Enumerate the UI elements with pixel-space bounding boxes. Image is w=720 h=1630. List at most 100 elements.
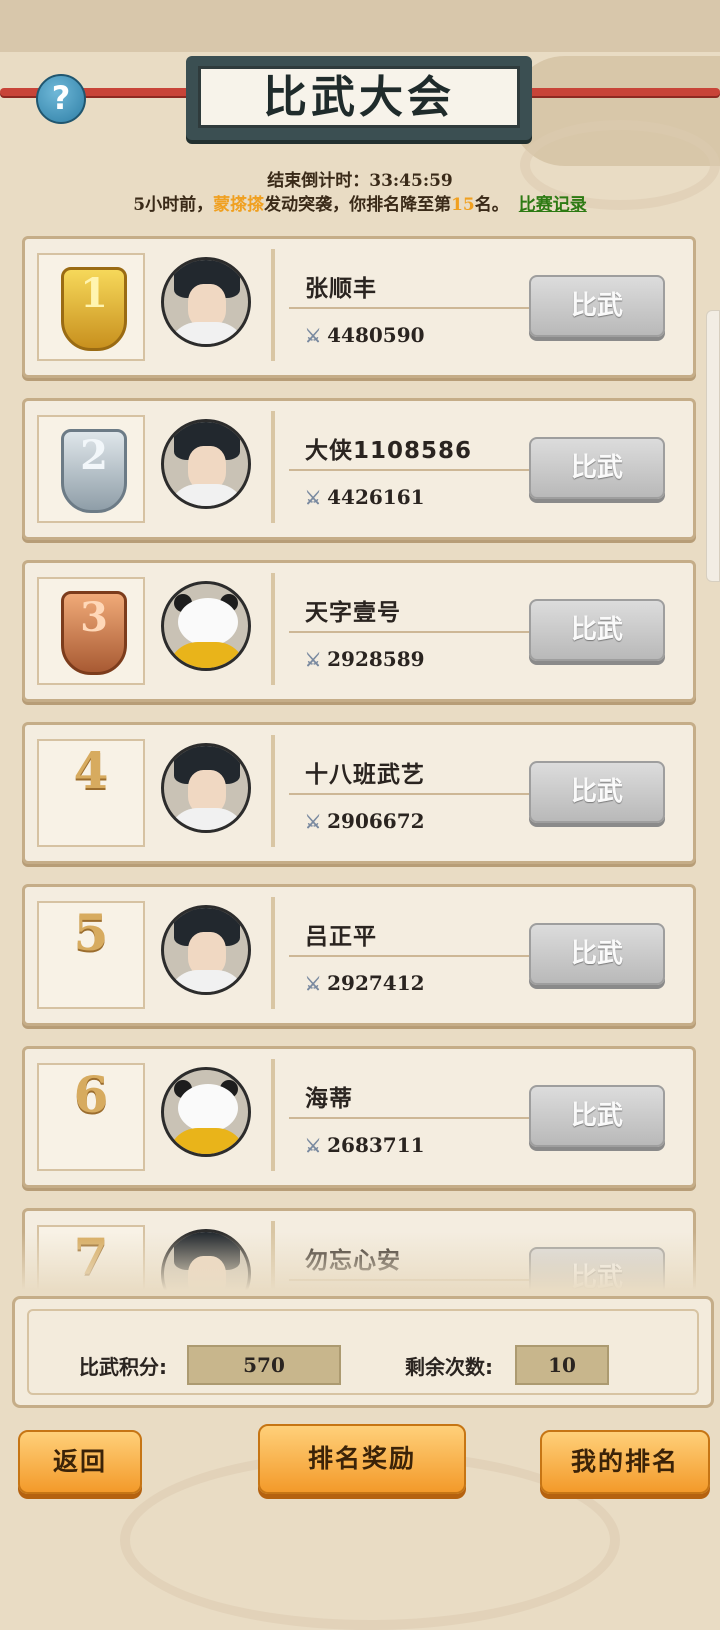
challenge-button[interactable]: 比武 — [529, 275, 665, 337]
player-row: 3 天字壹号 ⚔ 2928589 比武 — [22, 560, 696, 702]
combat-power-value: 2927412 — [327, 971, 425, 995]
info-divider — [289, 631, 533, 633]
challenge-button[interactable]: 比武 — [529, 437, 665, 499]
rank-number: 5 — [73, 903, 109, 962]
crossed-swords-icon: ⚔ — [305, 488, 322, 509]
list-fade — [0, 1232, 720, 1290]
points-label: 比武积分: — [79, 1355, 167, 1379]
crossed-swords-icon: ⚔ — [305, 650, 322, 671]
challenge-button[interactable]: 比武 — [529, 923, 665, 985]
rank-number: 6 — [73, 1065, 109, 1124]
countdown-text: 结束倒计时：33:45:59 — [267, 171, 453, 191]
combat-power: ⚔ 4426161 — [305, 485, 425, 509]
info-divider — [289, 793, 533, 795]
player-name: 张顺丰 — [305, 276, 377, 302]
rank-number: 4 — [73, 741, 109, 800]
player-avatar[interactable] — [161, 743, 251, 833]
rank-medal-icon: 3 — [61, 591, 127, 675]
info-divider — [289, 1117, 533, 1119]
crossed-swords-icon: ⚔ — [305, 326, 322, 347]
combat-power-value: 2906672 — [327, 809, 425, 833]
player-avatar[interactable] — [161, 581, 251, 671]
avatar-face — [178, 1084, 238, 1132]
player-name: 海蒂 — [305, 1086, 353, 1112]
rank-box: 5 — [37, 901, 145, 1009]
player-row: 4 十八班武艺 ⚔ 2906672 比武 — [22, 722, 696, 864]
rank-notice: 5小时前，蒙搽搽发动突袭，你排名降至第15名。 比赛记录 — [0, 190, 720, 215]
player-avatar[interactable] — [161, 905, 251, 995]
player-info: 天字壹号 ⚔ 2928589 — [271, 573, 537, 685]
question-icon: ? — [51, 79, 71, 117]
rank-box: 2 — [37, 415, 145, 523]
avatar-body — [168, 808, 246, 830]
score-panel-inner: 比武积分: 570 剩余次数: 10 — [27, 1309, 699, 1395]
ranking-list[interactable]: 1 张顺丰 ⚔ 4480590 比武 2 大侠1108586 ⚔ 4426161 比… — [0, 232, 720, 1290]
combat-power: ⚔ 2928589 — [305, 647, 425, 671]
page-title: 比武大会 — [198, 66, 520, 128]
crossed-swords-icon: ⚔ — [305, 974, 322, 995]
player-avatar[interactable] — [161, 257, 251, 347]
challenge-button[interactable]: 比武 — [529, 599, 665, 661]
title-plate: 比武大会 — [186, 56, 532, 140]
current-rank: 15 — [451, 195, 475, 215]
rank-box: 3 — [37, 577, 145, 685]
rank-medal-icon: 1 — [61, 267, 127, 351]
player-avatar[interactable] — [161, 419, 251, 509]
combat-power: ⚔ 2683711 — [305, 1133, 425, 1157]
notice-time: 5小时前， — [133, 195, 214, 215]
top-decor-band — [0, 0, 720, 52]
player-name: 大侠1108586 — [305, 438, 473, 464]
combat-power: ⚔ 2906672 — [305, 809, 425, 833]
help-button[interactable]: ? — [36, 74, 86, 124]
player-name: 吕正平 — [305, 924, 377, 950]
avatar-body — [168, 1128, 246, 1154]
rank-box: 4 — [37, 739, 145, 847]
player-row: 2 大侠1108586 ⚔ 4426161 比武 — [22, 398, 696, 540]
rank-box: 6 — [37, 1063, 145, 1171]
combat-power-value: 2683711 — [327, 1133, 425, 1157]
challenge-button[interactable]: 比武 — [529, 1085, 665, 1147]
challenge-button[interactable]: 比武 — [529, 761, 665, 823]
info-divider — [289, 469, 533, 471]
rope-right — [524, 88, 720, 96]
remaining-value: 10 — [515, 1345, 609, 1385]
player-info: 张顺丰 ⚔ 4480590 — [271, 249, 537, 361]
player-name: 十八班武艺 — [305, 762, 425, 788]
rank-medal-icon: 2 — [61, 429, 127, 513]
rank-box: 1 — [37, 253, 145, 361]
player-info: 大侠1108586 ⚔ 4426161 — [271, 411, 537, 523]
score-panel: 比武积分: 570 剩余次数: 10 — [12, 1296, 714, 1408]
remaining-label: 剩余次数: — [405, 1355, 493, 1379]
match-record-link[interactable]: 比赛记录 — [519, 195, 587, 215]
avatar-body — [168, 322, 246, 344]
notice-end: 名。 — [474, 195, 509, 215]
rope-left — [0, 88, 196, 96]
crossed-swords-icon: ⚔ — [305, 812, 322, 833]
combat-power: ⚔ 2927412 — [305, 971, 425, 995]
notice-mid: 发动突袭，你排名降至第 — [264, 195, 452, 215]
player-info: 海蒂 ⚔ 2683711 — [271, 1059, 537, 1171]
back-button[interactable]: 返回 — [18, 1430, 142, 1494]
points-value: 570 — [187, 1345, 341, 1385]
combat-power: ⚔ 4480590 — [305, 323, 425, 347]
combat-power-value: 4480590 — [327, 323, 425, 347]
avatar-face — [178, 598, 238, 646]
player-info: 十八班武艺 ⚔ 2906672 — [271, 735, 537, 847]
avatar-body — [168, 970, 246, 992]
avatar-body — [168, 642, 246, 668]
player-info: 吕正平 ⚔ 2927412 — [271, 897, 537, 1009]
info-divider — [289, 307, 533, 309]
player-row: 1 张顺丰 ⚔ 4480590 比武 — [22, 236, 696, 378]
rank-rewards-button[interactable]: 排名奖励 — [258, 1424, 466, 1494]
info-divider — [289, 955, 533, 957]
avatar-body — [168, 484, 246, 506]
crossed-swords-icon: ⚔ — [305, 1136, 322, 1157]
combat-power-value: 2928589 — [327, 647, 425, 671]
combat-power-value: 4426161 — [327, 485, 425, 509]
player-row: 5 吕正平 ⚔ 2927412 比武 — [22, 884, 696, 1026]
my-rank-button[interactable]: 我的排名 — [540, 1430, 710, 1494]
player-row: 6 海蒂 ⚔ 2683711 比武 — [22, 1046, 696, 1188]
player-avatar[interactable] — [161, 1067, 251, 1157]
player-name: 天字壹号 — [305, 600, 401, 626]
attacker-name[interactable]: 蒙搽搽 — [213, 195, 264, 215]
